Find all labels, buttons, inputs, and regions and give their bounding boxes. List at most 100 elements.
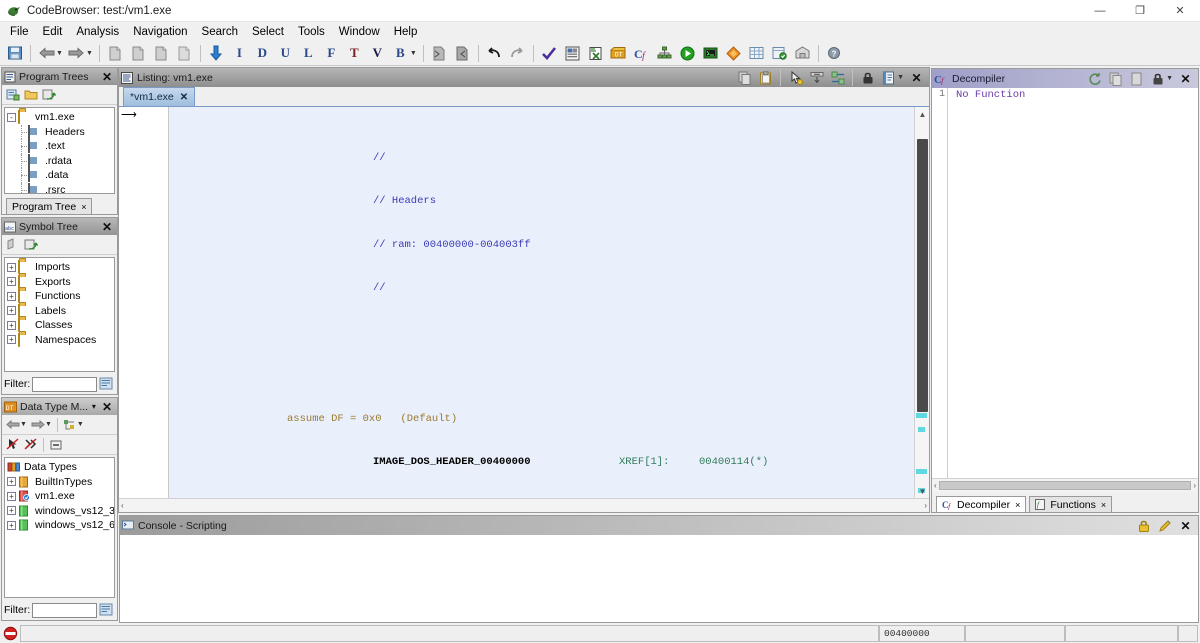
tree-node-data[interactable]: .data: [7, 168, 114, 183]
dtm-node-root[interactable]: Data Types: [7, 460, 114, 475]
close-tab-icon[interactable]: ×: [81, 202, 86, 212]
table-icon[interactable]: [746, 43, 767, 64]
tree-node-rdata[interactable]: .rdata: [7, 154, 114, 169]
function-icon[interactable]: F: [321, 43, 342, 64]
expander-icon[interactable]: +: [7, 492, 16, 501]
rename-symbol-icon[interactable]: [22, 236, 40, 253]
decompiler-body[interactable]: 1 No Function: [932, 88, 1198, 478]
data-types-tree[interactable]: Data Types + BuiltInTypes +: [4, 457, 115, 598]
open-folder-icon[interactable]: [22, 86, 40, 103]
select-cursor-icon[interactable]: [786, 69, 805, 86]
replace-tree-icon[interactable]: [40, 86, 58, 103]
dtm-sort-dropdown-icon[interactable]: ▼: [77, 421, 84, 428]
dtm-forward-dropdown-icon[interactable]: ▼: [45, 421, 52, 428]
archive-icon[interactable]: [792, 43, 813, 64]
diff-left-icon[interactable]: [429, 43, 450, 64]
down-arrow-icon[interactable]: [206, 43, 227, 64]
scroll-right-icon[interactable]: ›: [1193, 481, 1196, 490]
close-listing-icon[interactable]: ✕: [907, 69, 926, 86]
data-type-manager-icon[interactable]: [585, 43, 606, 64]
tab-vm1exe[interactable]: *vm1.exe ✕: [123, 87, 195, 106]
expander-icon[interactable]: -: [7, 113, 16, 122]
close-console-icon[interactable]: ✕: [1176, 517, 1195, 534]
menu-file[interactable]: File: [3, 24, 36, 40]
copy-decomp-icon[interactable]: [1106, 70, 1125, 87]
undefine-icon[interactable]: U: [275, 43, 296, 64]
xref-value[interactable]: 00400114(*): [699, 455, 768, 470]
new-tree-icon[interactable]: [4, 86, 22, 103]
tab-functions[interactable]: f Functions ×: [1029, 496, 1112, 512]
export-icon[interactable]: [769, 43, 790, 64]
clear-page-icon[interactable]: [174, 43, 195, 64]
dtm-node-builtintypes[interactable]: + BuiltInTypes: [7, 475, 114, 490]
scrollbar-thumb[interactable]: [917, 139, 928, 412]
dtm-filter-pointers-icon[interactable]: [4, 436, 22, 453]
tab-decompiler[interactable]: Cf Decompiler ×: [936, 496, 1026, 512]
bytes-icon[interactable]: B: [390, 43, 411, 64]
minimize-button[interactable]: —: [1080, 0, 1120, 22]
data-type-manager-menu-icon[interactable]: ▾: [89, 402, 99, 411]
menu-window[interactable]: Window: [332, 24, 387, 40]
edit-script-icon[interactable]: [1155, 517, 1174, 534]
close-tab-icon[interactable]: ✕: [180, 92, 188, 103]
menu-tools[interactable]: Tools: [291, 24, 332, 40]
listing-options-icon[interactable]: [879, 69, 898, 86]
lock-console-icon[interactable]: [1134, 517, 1153, 534]
decomp-menu-icon[interactable]: ▼: [1166, 75, 1173, 82]
redo-icon[interactable]: [507, 43, 528, 64]
listing-horizontal-scrollbar[interactable]: ‹ ›: [119, 498, 929, 512]
export-decomp-icon[interactable]: [1127, 70, 1146, 87]
expander-icon[interactable]: +: [7, 335, 16, 344]
listing-options-dropdown-icon[interactable]: ▼: [897, 74, 904, 81]
listing-vertical-scrollbar[interactable]: ▲ ▼: [914, 107, 929, 498]
variable-icon[interactable]: V: [367, 43, 388, 64]
expander-icon[interactable]: +: [7, 306, 16, 315]
listing-marker[interactable]: [916, 469, 927, 474]
back-dropdown-icon[interactable]: ▼: [56, 50, 63, 57]
menu-navigation[interactable]: Navigation: [126, 24, 194, 40]
symbol-filter-input[interactable]: [32, 377, 97, 392]
forward-arrow-icon[interactable]: [66, 43, 87, 64]
tab-program-tree[interactable]: Program Tree ×: [6, 198, 92, 214]
paste-page-icon[interactable]: [128, 43, 149, 64]
toggle-header-icon[interactable]: [807, 69, 826, 86]
bytes-dropdown-icon[interactable]: ▼: [410, 50, 417, 57]
undo-icon[interactable]: [484, 43, 505, 64]
help-icon[interactable]: ?: [824, 43, 845, 64]
scrollbar-thumb[interactable]: [939, 481, 1192, 490]
filter-options-icon[interactable]: [99, 602, 115, 618]
maximize-button[interactable]: ❐: [1120, 0, 1160, 22]
memory-map-icon[interactable]: [562, 43, 583, 64]
menu-select[interactable]: Select: [245, 24, 291, 40]
console-output[interactable]: [120, 535, 1198, 622]
back-arrow-icon[interactable]: [36, 43, 57, 64]
paste-icon[interactable]: [756, 69, 775, 86]
expander-icon[interactable]: +: [7, 277, 16, 286]
expander-icon[interactable]: +: [7, 477, 16, 486]
menu-edit[interactable]: Edit: [36, 24, 70, 40]
data-icon[interactable]: D: [252, 43, 273, 64]
close-symbol-tree-button[interactable]: ✕: [99, 220, 115, 234]
listing-marker[interactable]: [918, 427, 925, 432]
tree-node-headers[interactable]: Headers: [7, 125, 114, 140]
menu-search[interactable]: Search: [195, 24, 245, 40]
close-data-type-manager-button[interactable]: ✕: [99, 400, 115, 414]
data-type-filter-input[interactable]: [32, 603, 97, 618]
menu-analysis[interactable]: Analysis: [69, 24, 126, 40]
defined-data-icon[interactable]: DT: [608, 43, 629, 64]
close-program-trees-button[interactable]: ✕: [99, 70, 115, 84]
dtm-node-windows-vs12-32[interactable]: + windows_vs12_32: [7, 504, 114, 519]
dtm-node-vm1exe[interactable]: + vm1.exe: [7, 489, 114, 504]
scroll-left-icon[interactable]: ‹: [934, 481, 937, 490]
tree-node-text[interactable]: .text: [7, 139, 114, 154]
create-symbol-icon[interactable]: [4, 236, 22, 253]
close-button[interactable]: ✕: [1160, 0, 1200, 22]
function-graph-icon[interactable]: Cf: [631, 43, 652, 64]
bookmark-icon[interactable]: [723, 43, 744, 64]
forward-dropdown-icon[interactable]: ▼: [86, 50, 93, 57]
diff-navigate-icon[interactable]: [828, 69, 847, 86]
dtm-back-dropdown-icon[interactable]: ▼: [20, 421, 27, 428]
listing-code[interactable]: // // Headers // ram: 00400000-004003ff …: [169, 107, 914, 498]
lock-listing-icon[interactable]: [858, 69, 877, 86]
dtm-node-windows-vs12-64[interactable]: + windows_vs12_64: [7, 518, 114, 533]
